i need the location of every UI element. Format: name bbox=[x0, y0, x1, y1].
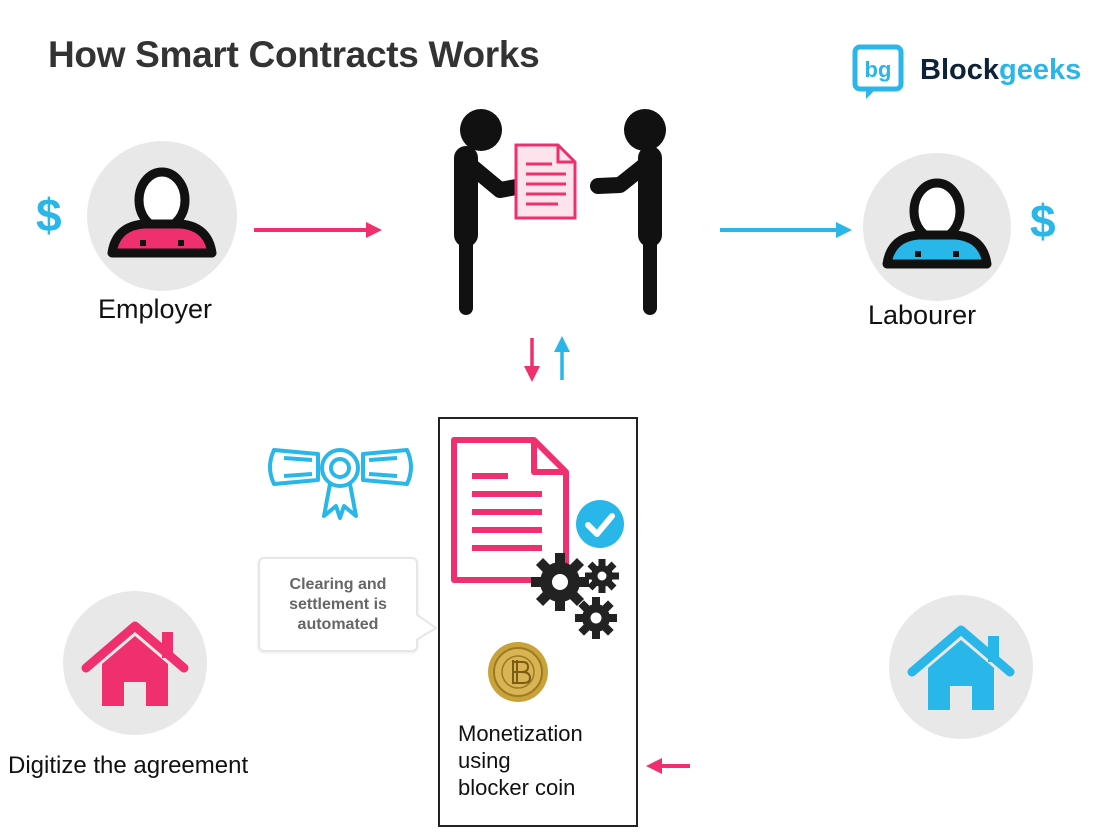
brand-part2: geeks bbox=[998, 54, 1082, 86]
monetization-line-3: blocker coin bbox=[458, 775, 576, 800]
digitize-agreement-label: Digitize the agreement bbox=[8, 752, 249, 779]
employer-avatar-icon bbox=[87, 141, 237, 291]
arrow-left-pink bbox=[646, 758, 690, 774]
pink-house-icon bbox=[63, 591, 207, 735]
arrow-down-pink bbox=[524, 338, 540, 382]
certificate-scroll-icon bbox=[268, 448, 413, 520]
monetization-line-1: Monetization bbox=[458, 721, 583, 746]
blue-house-icon bbox=[889, 595, 1033, 739]
labourer-dollar-icon: $ bbox=[1030, 195, 1056, 247]
blockgeeks-logo-icon: bg bbox=[852, 44, 904, 99]
check-badge-icon bbox=[576, 500, 624, 548]
gears-icon bbox=[531, 553, 619, 639]
brand-part1: Block bbox=[920, 54, 999, 86]
bubble-pointer bbox=[416, 613, 438, 641]
arrow-right-pink bbox=[254, 222, 382, 238]
labourer-label: Labourer bbox=[868, 300, 977, 330]
bubble-line-2: settlement is bbox=[289, 596, 387, 613]
svg-text:bg: bg bbox=[865, 57, 892, 82]
arrow-up-blue bbox=[554, 336, 570, 380]
bitcoin-coin-icon bbox=[488, 642, 548, 702]
labourer-avatar-icon bbox=[863, 153, 1011, 301]
monetization-text: Monetization using blocker coin bbox=[458, 720, 583, 801]
monetization-line-2: using bbox=[458, 748, 511, 773]
handshake-icon bbox=[454, 109, 666, 315]
arrow-right-blue bbox=[720, 222, 852, 238]
clearing-settlement-bubble: Clearing and settlement is automated bbox=[258, 557, 418, 652]
employer-dollar-icon: $ bbox=[36, 189, 62, 241]
bubble-line-3: automated bbox=[297, 616, 379, 633]
bubble-line-1: Clearing and bbox=[289, 576, 387, 593]
brand-name: Blockgeeks bbox=[920, 54, 1081, 87]
employer-label: Employer bbox=[98, 294, 213, 324]
page-title: How Smart Contracts Works bbox=[48, 34, 540, 75]
